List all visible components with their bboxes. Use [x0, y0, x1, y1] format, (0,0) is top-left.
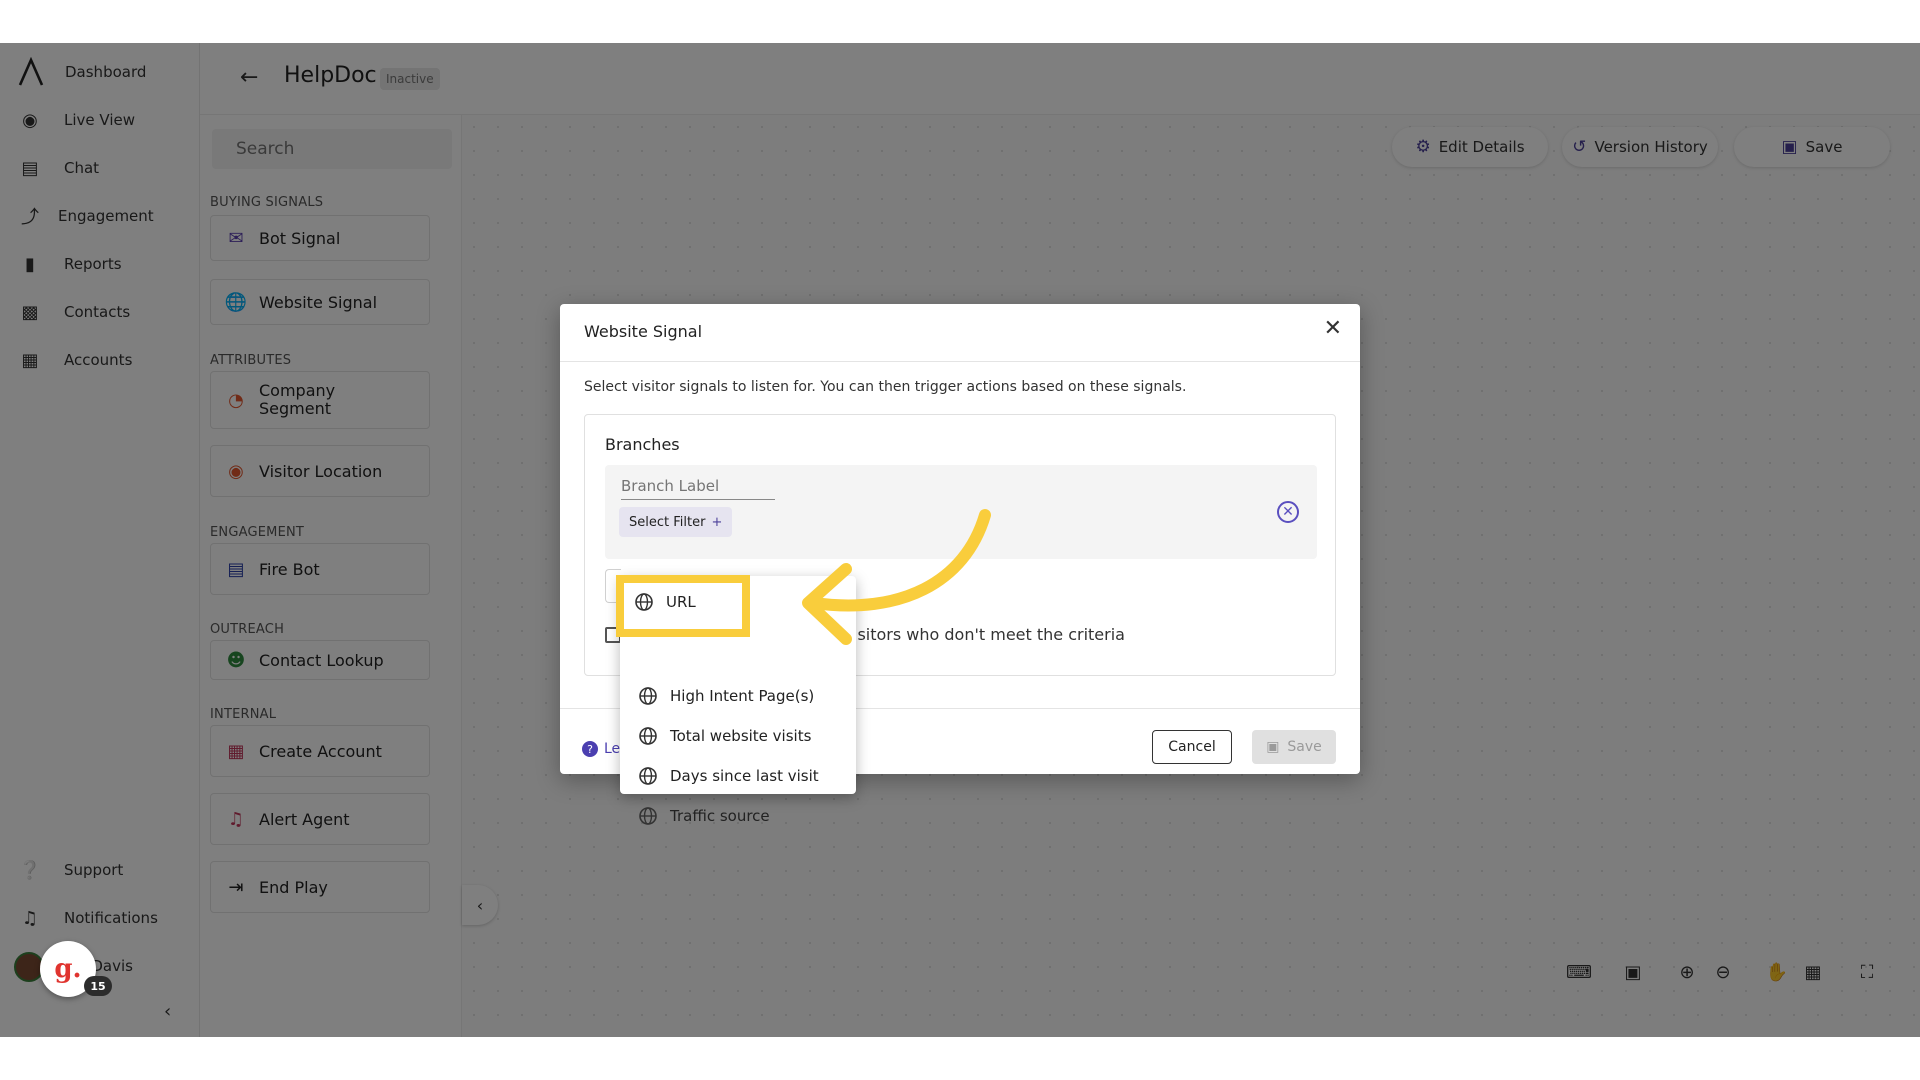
- dropdown-option-traffic-source[interactable]: Traffic source: [638, 802, 770, 830]
- globe-icon: [639, 727, 657, 745]
- dropdown-option-label: Total website visits: [670, 727, 812, 745]
- divider: [560, 361, 1360, 362]
- plus-icon: +: [711, 514, 723, 530]
- select-filter-button[interactable]: Select Filter +: [619, 507, 733, 537]
- dropdown-option-high-intent-pages[interactable]: High Intent Page(s): [638, 682, 814, 710]
- help-circle-icon: ?: [582, 741, 598, 757]
- cancel-button[interactable]: Cancel: [1152, 730, 1232, 764]
- help-badge-count: 15: [84, 976, 112, 996]
- dropdown-option-label: Traffic source: [670, 807, 770, 825]
- globe-icon: [639, 687, 657, 705]
- globe-icon: [639, 767, 657, 785]
- app-window: Dashboard ◉ Live View ▤ Chat ⤴ Engagemen…: [0, 43, 1920, 1037]
- modal-description: Select visitor signals to listen for. Yo…: [584, 379, 1187, 395]
- learn-more-label: Le: [604, 741, 621, 757]
- modal-save-button[interactable]: ▣ Save: [1252, 730, 1336, 764]
- dropdown-option-days-since-last-visit[interactable]: Days since last visit: [638, 762, 819, 790]
- floppy-disk-icon: ▣: [1266, 739, 1280, 755]
- globe-icon: [639, 807, 657, 825]
- branches-title: Branches: [605, 435, 680, 454]
- remove-branch-icon[interactable]: ✕: [1277, 501, 1299, 523]
- dropdown-option-url-content: URL: [634, 592, 696, 612]
- modal-save-label: Save: [1287, 739, 1322, 755]
- dropdown-option-total-website-visits[interactable]: Total website visits: [638, 722, 811, 750]
- tutorial-arrow-icon: [802, 509, 991, 645]
- globe-icon: [635, 593, 653, 611]
- close-icon[interactable]: ✕: [1324, 316, 1342, 341]
- dropdown-option-url[interactable]: URL: [616, 575, 750, 637]
- branch-label-input[interactable]: [621, 473, 775, 500]
- learn-more-link[interactable]: ? Le: [582, 741, 620, 757]
- dropdown-option-label: High Intent Page(s): [670, 687, 815, 705]
- select-filter-label: Select Filter: [629, 514, 706, 530]
- modal-title: Website Signal: [584, 322, 703, 341]
- dropdown-option-label: URL: [666, 593, 696, 611]
- dropdown-option-label: Days since last visit: [670, 767, 819, 785]
